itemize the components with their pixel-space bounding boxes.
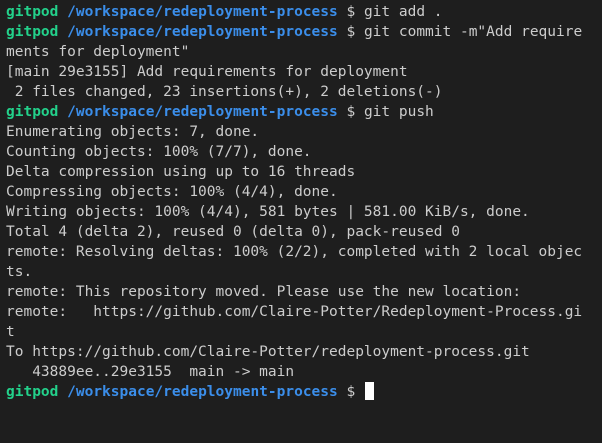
prompt-path: /workspace/redeployment-process [67,24,338,40]
prompt-line: gitpod /workspace/redeployment-process $… [6,102,602,122]
prompt-line: gitpod /workspace/redeployment-process $… [6,22,602,42]
prompt-symbol: $ [346,24,356,40]
output-line: To https://github.com/Claire-Potter/rede… [6,344,530,360]
output-line: 2 files changed, 23 insertions(+), 2 del… [6,84,443,100]
output-line: Writing objects: 100% (4/4), 581 bytes |… [6,204,530,220]
command-text: git add . [355,4,443,20]
prompt-user: gitpod [6,384,59,400]
prompt-path: /workspace/redeployment-process [67,384,338,400]
output-line: remote: This repository moved. Please us… [6,284,522,300]
prompt-line: gitpod /workspace/redeployment-process $ [6,382,602,402]
prompt-user: gitpod [6,104,59,120]
output-line: Delta compression using up to 16 threads [6,164,356,180]
prompt-user: gitpod [6,24,59,40]
output-line: Counting objects: 100% (7/7), done. [6,144,312,160]
prompt-symbol: $ [346,4,356,20]
output-line: Total 4 (delta 2), reused 0 (delta 0), p… [6,224,460,240]
terminal-output[interactable]: gitpod /workspace/redeployment-process $… [0,0,602,443]
output-line: t [6,324,15,340]
output-line: Compressing objects: 100% (4/4), done. [6,184,338,200]
command-text [355,384,364,400]
output-line: ments for deployment" [6,44,190,60]
output-line: ts. [6,264,33,280]
command-text: git push [355,104,434,120]
output-line: remote: Resolving deltas: 100% (2/2), co… [6,244,583,260]
prompt-symbol: $ [346,384,356,400]
command-text: git commit -m"Add require [355,24,583,40]
prompt-path: /workspace/redeployment-process [67,104,338,120]
prompt-line: gitpod /workspace/redeployment-process $… [6,2,602,22]
prompt-symbol: $ [346,104,356,120]
output-line: [main 29e3155] Add requirements for depl… [6,64,408,80]
output-line: 43889ee..29e3155 main -> main [6,364,295,380]
output-line: Enumerating objects: 7, done. [6,124,260,140]
prompt-user: gitpod [6,4,59,20]
output-line: remote: https://github.com/Claire-Potter… [6,304,583,320]
prompt-path: /workspace/redeployment-process [67,4,338,20]
cursor-block [364,382,374,400]
